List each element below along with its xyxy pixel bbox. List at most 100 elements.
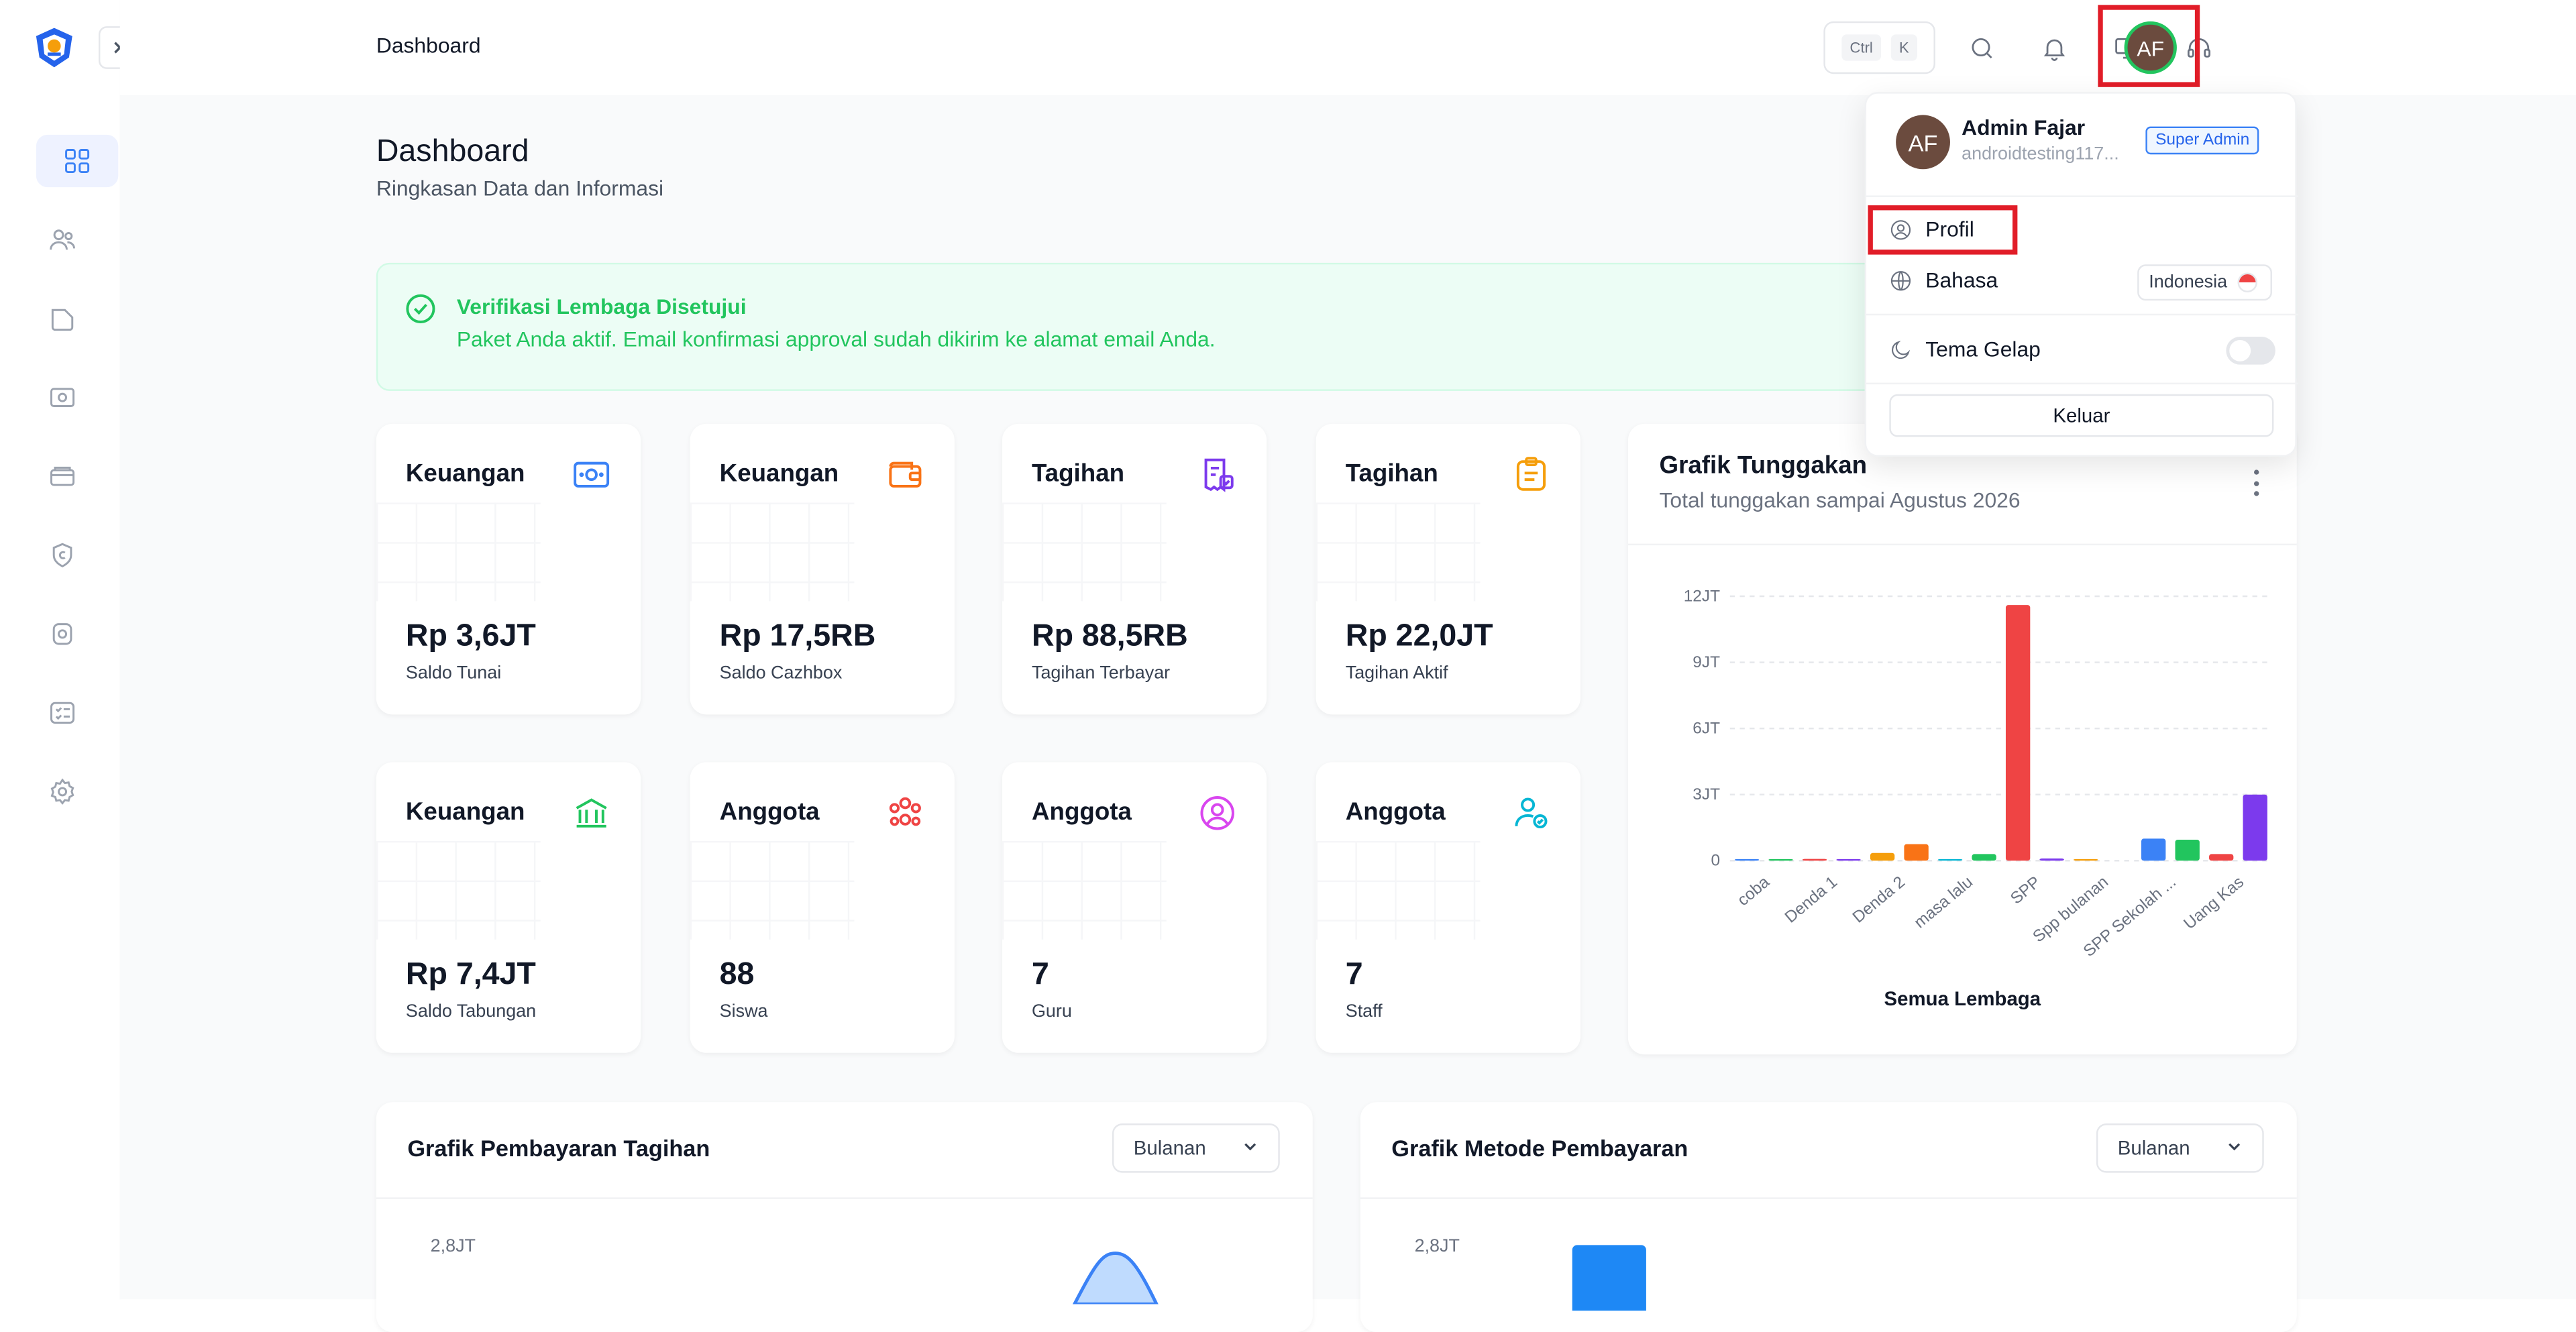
sidebar-item-wallet[interactable] bbox=[36, 450, 89, 502]
alert-title: Verifikasi Lembaga Disetujui bbox=[456, 294, 747, 319]
clipboard-icon bbox=[1511, 455, 1551, 494]
menu-item-dark-theme: Tema Gelap bbox=[1889, 337, 2041, 362]
wallet-icon bbox=[885, 455, 925, 494]
card-subtitle: Tagihan Terbayar bbox=[1031, 663, 1171, 683]
chart-bar[interactable] bbox=[1870, 852, 1895, 861]
period-select-value: Bulanan bbox=[2117, 1136, 2190, 1160]
chart-title: Grafik Pembayaran Tagihan bbox=[407, 1135, 710, 1162]
card-subtitle: Siswa bbox=[719, 1001, 768, 1022]
search-icon bbox=[1971, 37, 1992, 58]
menu-item-language[interactable]: Bahasa bbox=[1889, 268, 1998, 292]
dropdown-divider bbox=[1866, 313, 2299, 316]
chart-bar[interactable] bbox=[1836, 858, 1861, 861]
chart-tick-label: 2,8JT bbox=[430, 1237, 476, 1257]
chart-bar[interactable] bbox=[2243, 794, 2267, 861]
card-pattern bbox=[376, 840, 541, 940]
chart-tick-label: 2,8JT bbox=[1414, 1237, 1460, 1257]
chart-bar[interactable] bbox=[2175, 840, 2200, 861]
sidebar-item-users[interactable] bbox=[36, 213, 89, 266]
arrears-chart-card: Grafik Tunggakan Total tunggakan sampai … bbox=[1627, 423, 2297, 1055]
chart-footer-label: Semua Lembaga bbox=[1884, 987, 2041, 1011]
card-subtitle: Staff bbox=[1345, 1001, 1383, 1022]
sidebar-item-badge[interactable] bbox=[36, 529, 89, 581]
sidebar-item-dashboard[interactable] bbox=[36, 134, 119, 188]
chart-bar[interactable] bbox=[1937, 858, 1963, 861]
search-shortcut-button[interactable]: Ctrl K bbox=[1823, 21, 1935, 74]
x-tick-label: Denda 2 bbox=[1849, 873, 1909, 926]
y-tick-label: 3JT bbox=[1693, 785, 1720, 803]
language-select[interactable]: Indonesia bbox=[2137, 264, 2272, 301]
badge-icon bbox=[52, 543, 72, 567]
users-group-icon bbox=[885, 793, 925, 833]
chart-bar[interactable] bbox=[2039, 858, 2064, 861]
card-pattern bbox=[690, 502, 855, 602]
stat-card[interactable]: Tagihan Rp 88,5RB Tagihan Terbayar bbox=[1002, 423, 1267, 715]
stat-card[interactable]: Anggota 7 Staff bbox=[1316, 762, 1580, 1053]
stat-card[interactable]: Keuangan Rp 3,6JT Saldo Tunai bbox=[376, 423, 641, 715]
profile-dropdown: AF Admin Fajar androidtesting117... Supe… bbox=[1864, 92, 2299, 457]
x-tick-label: coba bbox=[1734, 873, 1773, 909]
alert-text: Paket Anda aktif. Email konfirmasi appro… bbox=[456, 327, 1216, 352]
stat-card[interactable]: Keuangan Rp 17,5RB Saldo Cazhbox bbox=[690, 423, 955, 715]
page-title: Dashboard bbox=[376, 134, 529, 170]
sidebar-item-checklist[interactable] bbox=[36, 687, 89, 739]
card-label: Keuangan bbox=[719, 459, 839, 488]
arrears-bar-chart: 12JT 9JT 6JT 3JT 0 coba Denda 1 Denda 2 masa lal… bbox=[1684, 587, 2272, 960]
x-tick-label: SPP bbox=[2007, 873, 2044, 907]
page-subtitle: Ringkasan Data dan Informasi bbox=[376, 176, 664, 201]
card-value: Rp 7,4JT bbox=[405, 957, 536, 993]
avatar-highlight-box bbox=[2098, 5, 2200, 87]
chart-bar[interactable] bbox=[1802, 858, 1827, 861]
chart-bar[interactable] bbox=[2141, 838, 2166, 861]
card-value: Rp 22,0JT bbox=[1345, 619, 1493, 654]
dark-theme-toggle[interactable] bbox=[2226, 337, 2275, 365]
card-pattern bbox=[1316, 502, 1481, 602]
banknote-icon bbox=[50, 388, 75, 407]
logo[interactable] bbox=[33, 26, 76, 69]
period-select-value: Bulanan bbox=[1133, 1136, 1206, 1160]
checklist-icon bbox=[50, 702, 75, 724]
receipt-check-icon bbox=[1197, 455, 1237, 494]
chevron-down-icon bbox=[1244, 1143, 1256, 1151]
banknote-icon bbox=[572, 455, 611, 494]
chart-bar[interactable] bbox=[1768, 858, 1793, 861]
chart-bar[interactable] bbox=[2209, 854, 2234, 861]
stat-card[interactable]: Anggota 7 Guru bbox=[1002, 762, 1267, 1053]
method-chart-card: Grafik Metode Pembayaran Bulanan 2,8JT bbox=[1360, 1102, 2297, 1332]
sidebar-item-money[interactable] bbox=[36, 371, 89, 423]
sidebar bbox=[0, 0, 142, 1300]
stat-card[interactable]: Anggota 88 Siswa bbox=[690, 762, 955, 1053]
period-select[interactable]: Bulanan bbox=[1112, 1123, 1280, 1173]
moon-icon bbox=[1892, 339, 1911, 358]
card-value: Rp 3,6JT bbox=[405, 619, 536, 654]
sidebar-item-folder[interactable] bbox=[36, 292, 89, 345]
stat-card[interactable]: Tagihan Rp 22,0JT Tagihan Aktif bbox=[1316, 423, 1580, 715]
role-badge: Super Admin bbox=[2145, 126, 2260, 155]
chevron-down-icon bbox=[2229, 1143, 2241, 1151]
logout-button[interactable]: Keluar bbox=[1889, 394, 2274, 437]
y-tick-label: 12JT bbox=[1684, 587, 1720, 605]
user-email: androidtesting117... bbox=[1962, 144, 2119, 164]
sidebar-item-safe[interactable] bbox=[36, 608, 89, 660]
chart-bar[interactable] bbox=[1972, 854, 1996, 861]
kbd-k: K bbox=[1890, 34, 1917, 61]
sidebar-item-settings[interactable] bbox=[36, 765, 89, 818]
card-subtitle: Saldo Tabungan bbox=[405, 1001, 537, 1022]
chart-bar[interactable] bbox=[1904, 844, 1929, 861]
chart-bar[interactable] bbox=[2073, 858, 2098, 861]
card-pattern bbox=[1002, 502, 1167, 602]
chart-divider bbox=[376, 1197, 1313, 1199]
users-icon bbox=[50, 229, 75, 250]
card-label: Keuangan bbox=[405, 459, 525, 488]
card-pattern bbox=[1316, 840, 1481, 940]
profile-highlight-box bbox=[1868, 205, 2018, 255]
notifications-button[interactable] bbox=[2037, 32, 2070, 64]
stat-card[interactable]: Keuangan Rp 7,4JT Saldo Tabungan bbox=[376, 762, 641, 1053]
gear-icon bbox=[50, 778, 74, 805]
language-value: Indonesia bbox=[2149, 272, 2228, 292]
chart-bar[interactable] bbox=[1734, 858, 1760, 861]
period-select[interactable]: Bulanan bbox=[2096, 1123, 2264, 1173]
chart-bar[interactable] bbox=[2005, 605, 2031, 861]
card-label: Tagihan bbox=[1031, 459, 1125, 488]
search-button[interactable] bbox=[1965, 32, 1998, 64]
